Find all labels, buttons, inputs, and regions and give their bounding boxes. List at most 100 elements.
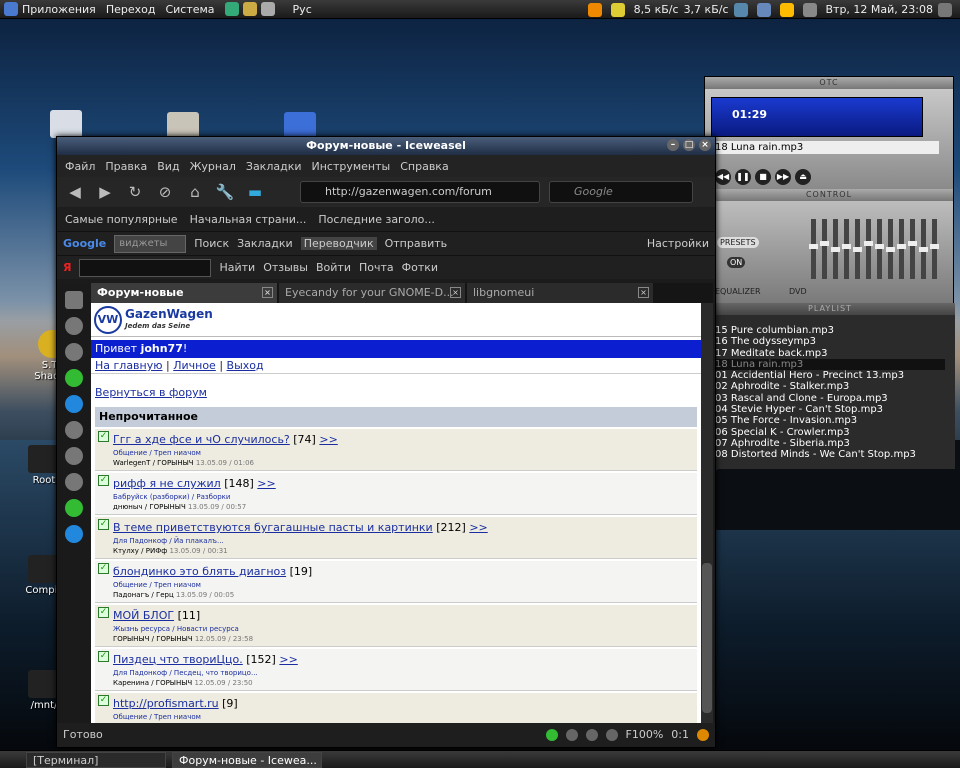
browser-titlebar[interactable]: Форум-новые - Iceweasel – □ × — [57, 137, 715, 155]
topic-title-link[interactable]: http://profismart.ru — [113, 697, 219, 710]
eq-slider[interactable] — [919, 219, 928, 279]
sidebar-addons-icon[interactable] — [65, 369, 83, 387]
last-page-link[interactable]: >> — [279, 653, 297, 666]
playlist-item[interactable]: 08 Distorted Minds - We Can't Stop.mp3 — [715, 449, 945, 460]
stop-icon[interactable]: ■ — [755, 169, 771, 185]
menu-bookmarks[interactable]: Закладки — [246, 160, 302, 173]
scrollbar-thumb[interactable] — [702, 563, 712, 713]
eq-slider-knob[interactable] — [864, 241, 873, 246]
eq-slider-knob[interactable] — [930, 244, 939, 249]
topic-title-link[interactable]: рифф я не служил — [113, 477, 221, 490]
topic-category[interactable]: Жызнь ресурса / Новасти ресурса — [113, 625, 239, 633]
playlist-item[interactable]: 15 Pure columbian.mp3 — [715, 325, 945, 336]
eq-slider[interactable] — [820, 219, 829, 279]
browser-launcher-icon[interactable] — [224, 2, 239, 16]
menu-applications[interactable]: Приложения — [22, 3, 96, 16]
forward-icon[interactable]: ▶ — [91, 180, 119, 204]
media-prev-icon[interactable] — [565, 729, 578, 741]
status-addon-icon[interactable] — [545, 729, 558, 741]
eq-slider[interactable] — [853, 219, 862, 279]
playlist-item[interactable]: 04 Stevie Hyper - Can't Stop.mp3 — [715, 404, 945, 415]
eq-slider[interactable] — [831, 219, 840, 279]
eq-slider[interactable] — [842, 219, 851, 279]
topic-category[interactable]: Для Падонкоф / Песдец, что творицо... — [113, 669, 258, 677]
eq-slider-knob[interactable] — [853, 247, 862, 252]
link-logout[interactable]: Выход — [227, 359, 264, 372]
playlist-item[interactable]: 17 Meditate back.mp3 — [715, 348, 945, 359]
editor-launcher-icon[interactable] — [260, 2, 275, 16]
topic-title-link[interactable]: Пиздец что твориЦцо. — [113, 653, 243, 666]
task-browser[interactable]: Форум-новые - Icewea... — [172, 751, 322, 768]
tab-libgnomeui[interactable]: libgnomeui × — [467, 283, 653, 303]
link-home[interactable]: На главную — [95, 359, 163, 372]
feed-icon[interactable]: ▬ — [241, 180, 269, 204]
topic-title-link[interactable]: МОЙ БЛОГ — [113, 609, 174, 622]
gnome-foot-icon[interactable] — [4, 2, 18, 16]
topic-category[interactable]: Для Падонкоф / Йа плакалъ... — [113, 537, 224, 545]
search-input[interactable]: Google — [549, 181, 693, 203]
mail-notify-icon[interactable] — [610, 2, 625, 17]
media-play-icon[interactable] — [585, 729, 598, 741]
presets-button[interactable]: PRESETS — [717, 237, 759, 248]
eject-icon[interactable]: ⏏ — [795, 169, 811, 185]
yandex-find-button[interactable]: Найти — [219, 261, 255, 274]
menu-file[interactable]: Файл — [65, 160, 95, 173]
close-tab-icon[interactable]: × — [262, 287, 273, 298]
sidebar-bookmarks-icon[interactable] — [65, 291, 83, 309]
yandex-login-button[interactable]: Войти — [316, 261, 351, 274]
yandex-mail-button[interactable]: Почта — [359, 261, 394, 274]
google-bookmarks-button[interactable]: Закладки — [237, 237, 293, 250]
zoom-level[interactable]: F100% — [626, 723, 664, 747]
dvd-tab[interactable]: DVD — [789, 287, 807, 296]
playlist-item[interactable]: 05 The Force - Invasion.mp3 — [715, 415, 945, 426]
tools-icon[interactable]: 🔧 — [211, 180, 239, 204]
menu-history[interactable]: Журнал — [190, 160, 236, 173]
last-page-link[interactable]: >> — [257, 477, 275, 490]
topic-category[interactable]: Общение / Треп ниачом — [113, 449, 201, 457]
pause-icon[interactable]: ❚❚ — [735, 169, 751, 185]
minimize-icon[interactable]: – — [667, 139, 679, 151]
reload-icon[interactable]: ↻ — [121, 180, 149, 204]
eq-slider-knob[interactable] — [820, 241, 829, 246]
playlist-item[interactable]: 18 Luna rain.mp3 — [715, 358, 945, 371]
task-terminal[interactable]: [Терминал] — [26, 751, 166, 768]
topic-title-link[interactable]: Ггг а хде фсе и чО случилось? — [113, 433, 290, 446]
eq-slider[interactable] — [886, 219, 895, 279]
eq-slider[interactable] — [897, 219, 906, 279]
menu-help[interactable]: Справка — [400, 160, 448, 173]
google-send-button[interactable]: Отправить — [385, 237, 448, 250]
google-widget-input[interactable]: виджеты — [114, 234, 187, 253]
topic-category[interactable]: Бабруйск (разборки) / Разборки — [113, 493, 230, 501]
eq-slider-knob[interactable] — [886, 247, 895, 252]
scrollbar[interactable] — [701, 303, 713, 723]
eq-on-toggle[interactable]: ON — [727, 257, 746, 268]
clock[interactable]: Втр, 12 Май, 23:08 — [826, 3, 934, 16]
back-icon[interactable]: ◀ — [61, 180, 89, 204]
playlist-item[interactable]: 07 Aphrodite - Siberia.mp3 — [715, 438, 945, 449]
eq-slider-knob[interactable] — [875, 244, 884, 249]
bluetooth-icon[interactable] — [756, 2, 771, 17]
stop-icon[interactable]: ⊘ — [151, 180, 179, 204]
bookmark-latest-headlines[interactable]: Последние заголо... — [318, 213, 434, 226]
sidebar-download-icon-2[interactable] — [65, 473, 83, 491]
menu-places[interactable]: Переход — [106, 3, 156, 16]
sidebar-download-icon[interactable] — [65, 343, 83, 361]
topic-category[interactable]: Общение / Треп ниачом — [113, 713, 201, 721]
yandex-photos-button[interactable]: Фотки — [402, 261, 438, 274]
eq-slider[interactable] — [908, 219, 917, 279]
menu-edit[interactable]: Правка — [105, 160, 147, 173]
menu-system[interactable]: Система — [165, 3, 214, 16]
sidebar-addons-icon-2[interactable] — [65, 499, 83, 517]
volume-icon[interactable] — [802, 2, 817, 17]
google-translator-button[interactable]: Переводчик — [300, 237, 377, 250]
weather-icon[interactable] — [779, 2, 794, 17]
playlist-item[interactable]: 03 Rascal and Clone - Europa.mp3 — [715, 393, 945, 404]
last-page-link[interactable]: >> — [319, 433, 337, 446]
tab-forum[interactable]: Форум-новые × — [91, 283, 277, 303]
eq-slider[interactable] — [809, 219, 818, 279]
bookmark-start-page[interactable]: Начальная страни... — [190, 213, 307, 226]
menu-view[interactable]: Вид — [157, 160, 179, 173]
maximize-icon[interactable]: □ — [683, 139, 695, 151]
google-settings-button[interactable]: Настройки — [647, 237, 709, 250]
tab-eyecandy[interactable]: Eyecandy for your GNOME-D... × — [279, 283, 465, 303]
